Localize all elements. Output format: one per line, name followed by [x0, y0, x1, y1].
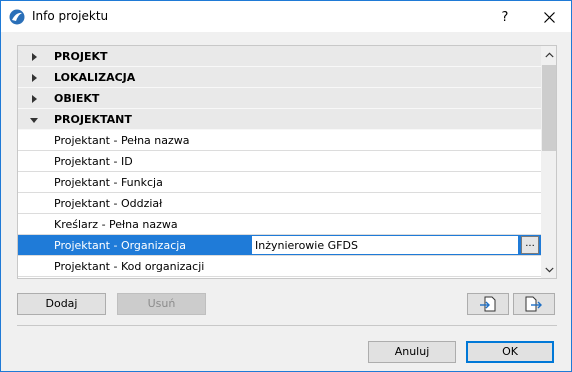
item-label: Projektant - Oddział [54, 197, 163, 210]
ok-button[interactable]: OK [466, 341, 554, 363]
group-label: PROJEKTANT [54, 113, 132, 126]
item-label: Projektant - Funkcja [54, 176, 163, 189]
group-row-projektant[interactable]: PROJEKTANT [18, 109, 541, 130]
tree-item-row[interactable]: Projektant - Pełna nazwa [18, 130, 541, 151]
export-button[interactable] [513, 293, 555, 315]
scroll-thumb[interactable] [542, 65, 556, 151]
window-title: Info projektu [32, 9, 109, 23]
chevron-up-icon [544, 51, 554, 57]
tree-item-row[interactable]: Projektant - ID [18, 151, 541, 172]
app-logo-icon [9, 9, 25, 25]
remove-button[interactable]: Usuń [117, 293, 206, 315]
cancel-button[interactable]: Anuluj [368, 341, 456, 363]
tree-item-row[interactable]: Projektant - Oddział [18, 193, 541, 214]
group-label: LOKALIZACJA [54, 71, 136, 84]
item-label: Projektant - Kod organizacji [54, 260, 205, 273]
item-label: Kreślarz - Pełna nazwa [54, 218, 178, 231]
scroll-up-button[interactable] [541, 46, 556, 63]
value-input[interactable]: Inżynierowie GFDS [251, 235, 519, 255]
title-bar: Info projektu ? [1, 1, 571, 32]
expand-triangle-icon[interactable] [32, 95, 37, 103]
group-label: PROJEKT [54, 50, 108, 63]
import-button[interactable] [467, 293, 509, 315]
divider [17, 325, 557, 326]
help-button[interactable]: ? [488, 4, 522, 30]
group-label: OBIEKT [54, 92, 100, 105]
browse-button[interactable]: ... [521, 236, 539, 254]
export-icon [525, 296, 542, 312]
group-row-obiekt[interactable]: OBIEKT [18, 88, 541, 109]
tree-item-row-selected[interactable]: Projektant - Organizacja Inżynierowie GF… [18, 235, 541, 256]
item-label: Projektant - Pełna nazwa [54, 134, 190, 147]
add-button[interactable]: Dodaj [17, 293, 106, 315]
info-projektu-dialog: Info projektu ? PROJEKT LOKALIZACJA OBIE… [0, 0, 572, 372]
import-icon [480, 296, 496, 312]
collapse-triangle-icon[interactable] [30, 118, 38, 123]
group-row-projekt[interactable]: PROJEKT [18, 46, 541, 67]
chevron-down-icon [544, 267, 554, 273]
project-info-tree: PROJEKT LOKALIZACJA OBIEKT PROJEKTANT Pr… [17, 45, 557, 279]
vertical-scrollbar[interactable] [541, 46, 556, 278]
tree-item-row[interactable]: Projektant - Kod organizacji [18, 256, 541, 277]
tree-item-row[interactable]: Projektant - Funkcja [18, 172, 541, 193]
tree-item-row[interactable]: Kreślarz - Pełna nazwa [18, 214, 541, 235]
expand-triangle-icon[interactable] [32, 74, 37, 82]
close-icon [543, 11, 555, 23]
item-label: Projektant - ID [54, 155, 133, 168]
item-label: Projektant - Organizacja [54, 239, 187, 252]
group-row-lokalizacja[interactable]: LOKALIZACJA [18, 67, 541, 88]
scroll-down-button[interactable] [541, 261, 556, 278]
close-button[interactable] [530, 4, 568, 30]
expand-triangle-icon[interactable] [32, 53, 37, 61]
